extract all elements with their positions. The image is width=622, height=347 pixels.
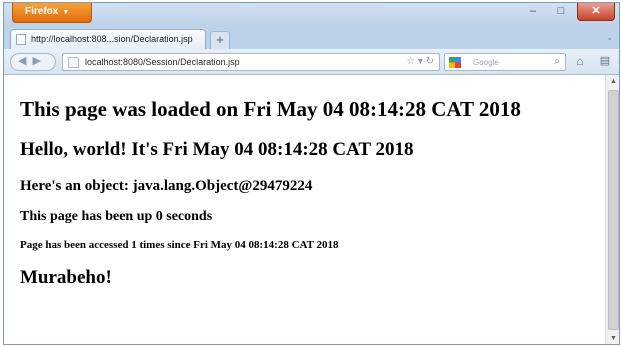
minimize-button[interactable]: – (521, 3, 545, 21)
search-icon[interactable]: ⌕ (554, 54, 560, 70)
tab-title: http://localhost:808...sion/Declaration.… (31, 34, 193, 44)
vertical-scrollbar[interactable]: ▲ ▼ (605, 75, 619, 344)
forward-icon[interactable]: ▶ (32, 55, 46, 67)
uptime-heading: This page has been up 0 seconds (20, 209, 213, 224)
navigation-toolbar: ◀▶ localhost:8080/Session/Declaration.js… (4, 49, 619, 75)
greeting-heading: Murabeho! (20, 267, 112, 288)
close-button[interactable]: ✕ (577, 3, 615, 21)
object-heading: Here's an object: java.lang.Object@29479… (20, 178, 313, 194)
hello-heading: Hello, world! It's Fri May 04 08:14:28 C… (20, 139, 414, 160)
search-engine-placeholder[interactable]: Google (473, 54, 499, 71)
plus-icon: + (216, 32, 224, 47)
url-text[interactable]: localhost:8080/Session/Declaration.jsp (85, 54, 240, 71)
back-icon[interactable]: ◀ (18, 55, 32, 67)
firefox-menu-label: Firefox (25, 6, 59, 17)
access-count-heading: Page has been accessed 1 times since Fri… (20, 239, 339, 251)
site-identity-icon[interactable] (68, 57, 79, 68)
tab-strip: http://localhost:808...sion/Declaration.… (4, 27, 619, 49)
browser-window: Firefox ▼ – □ ✕ http://localhost:808...si… (3, 2, 620, 345)
page-icon (16, 34, 26, 45)
menu-icon: ▤ (599, 55, 611, 67)
home-button[interactable]: ⌂ (570, 53, 590, 71)
document-body: This page was loaded on Fri May 04 08:14… (20, 97, 580, 289)
maximize-button[interactable]: □ (549, 3, 573, 21)
page-content: This page was loaded on Fri May 04 08:14… (4, 75, 605, 344)
address-bar[interactable]: localhost:8080/Session/Declaration.jsp ☆… (62, 53, 440, 71)
new-tab-button[interactable]: + (210, 31, 230, 49)
search-bar[interactable]: Google ⌕ (444, 53, 566, 71)
home-icon: ⌂ (576, 54, 584, 68)
back-forward-buttons[interactable]: ◀▶ (10, 53, 56, 71)
scroll-up-arrow-icon[interactable]: ▲ (606, 75, 619, 89)
scroll-down-arrow-icon[interactable]: ▼ (606, 332, 619, 344)
firefox-menu-button[interactable]: Firefox ▼ (12, 3, 92, 23)
tab-declaration[interactable]: http://localhost:808...sion/Declaration.… (10, 29, 206, 49)
scrollbar-thumb[interactable] (608, 90, 619, 330)
chevron-down-icon: ▼ (62, 9, 70, 16)
title-bar: Firefox ▼ – □ ✕ (4, 3, 619, 27)
loaded-heading: This page was loaded on Fri May 04 08:14… (20, 97, 521, 121)
google-icon[interactable] (449, 57, 461, 68)
toolbar-menu-button[interactable]: ▤ (594, 53, 616, 71)
bookmark-star-icon[interactable]: ☆ ▾ ↻ (406, 54, 434, 70)
tab-list-chevron-icon[interactable]: ⌄ (606, 33, 613, 42)
